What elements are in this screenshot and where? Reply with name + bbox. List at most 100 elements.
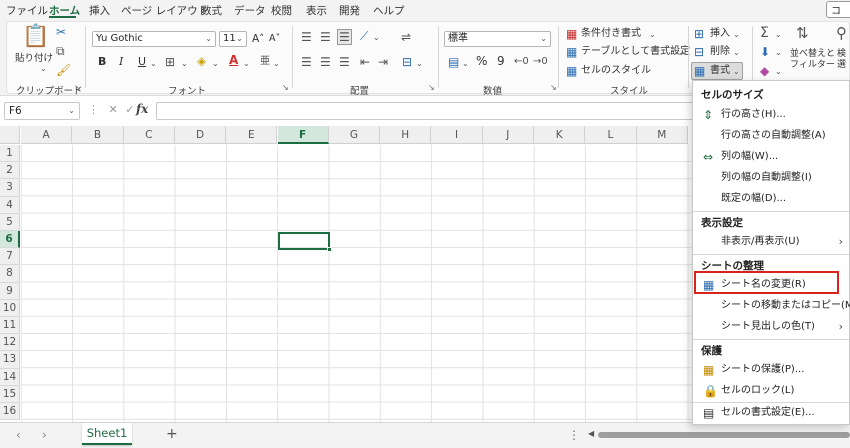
decrease-indent-icon[interactable]: ⇤ [360,55,370,69]
font-size-field[interactable]: 11 ⌄ [219,31,247,47]
sort-filter-label-1[interactable]: 並べ替えと [790,49,835,60]
phonetic-dropdown-icon[interactable]: ⌄ [273,57,280,71]
top-align-icon[interactable]: ☰ [301,30,312,44]
menu-item-move-copy-sheet[interactable]: シートの移動またはコピー(M)... [694,296,850,316]
active-cell-f6[interactable] [278,232,330,250]
previous-sheet-icon[interactable]: ‹ [16,428,21,442]
menu-item-lock-cell[interactable]: 🔒 セルのロック(L) [694,381,849,401]
underline-button[interactable]: U [138,55,146,69]
row-header-12[interactable]: 12 [0,334,20,352]
phonetic-icon[interactable]: 亜 [260,55,270,69]
tab-developer[interactable]: 開発 [339,3,360,18]
column-header-c[interactable]: C [123,126,175,144]
menu-item-tab-color[interactable]: シート見出しの色(T) › [694,317,849,337]
clipboard-launcher-icon[interactable]: ↘ [74,83,81,92]
increase-decimal-icon[interactable]: ←0 [514,55,529,69]
add-sheet-button[interactable]: + [166,426,178,442]
comments-button[interactable]: コ [826,1,850,18]
merge-dropdown-icon[interactable]: ⌄ [416,57,423,71]
menu-item-row-height[interactable]: ⇕ 行の高さ(H)... [694,105,849,125]
find-select-label-2[interactable]: 選 [837,60,846,71]
column-header-e[interactable]: E [226,126,278,144]
row-header-10[interactable]: 10 [0,299,20,317]
decrease-decimal-icon[interactable]: →0 [533,55,548,69]
column-header-b[interactable]: B [72,126,124,144]
delete-dropdown-icon[interactable]: ⌄ [733,46,740,60]
row-header-15[interactable]: 15 [0,385,20,403]
formula-input[interactable] [156,102,696,120]
column-header-f[interactable]: F [277,126,329,144]
column-header-i[interactable]: I [431,126,483,144]
accounting-dropdown-icon[interactable]: ⌄ [462,57,469,71]
row-header-5[interactable]: 5 [0,213,20,231]
tab-file[interactable]: ファイル [6,3,48,18]
fill-icon[interactable]: ⬇ [760,45,770,59]
row-header-9[interactable]: 9 [0,282,20,300]
bottom-align-icon[interactable]: ☰ [337,29,352,45]
insert-function-button[interactable]: fx [136,102,148,116]
alignment-launcher-icon[interactable]: ↘ [428,83,435,92]
row-header-1[interactable]: 1 [0,145,20,163]
tab-review[interactable]: 校閲 [271,3,292,18]
column-header-a[interactable]: A [21,126,73,144]
tab-page-layout[interactable]: ページ レイアウト [121,3,208,18]
horizontal-scrollbar[interactable] [598,432,850,438]
column-header-h[interactable]: H [380,126,432,144]
borders-dropdown-icon[interactable]: ⌄ [181,57,188,71]
tab-formulas[interactable]: 数式 [201,3,222,18]
paste-icon[interactable]: 📋 [22,25,49,49]
column-header-k[interactable]: K [534,126,586,144]
paste-dropdown-icon[interactable]: ⌄ [40,62,47,76]
tab-insert[interactable]: 挿入 [89,3,110,18]
insert-dropdown-icon[interactable]: ⌄ [733,28,740,42]
table-dropdown-icon[interactable]: ⌄ [678,46,685,60]
comma-button[interactable]: 9 [497,54,505,68]
menu-item-autofit-column-width[interactable]: 列の幅の自動調整(I) [694,168,849,188]
fill-color-dropdown-icon[interactable]: ⌄ [212,57,219,71]
shrink-font-button[interactable]: A˅ [269,32,280,46]
row-header-16[interactable]: 16 [0,403,20,421]
align-center-icon[interactable]: ☰ [320,55,331,69]
increase-indent-icon[interactable]: ⇥ [378,55,388,69]
autosum-dropdown-icon[interactable]: ⌄ [775,28,782,42]
cell-styles-dropdown-icon[interactable]: ⌄ [634,65,641,79]
fill-color-icon[interactable]: ◈ [197,54,206,68]
column-header-j[interactable]: J [482,126,534,144]
column-header-g[interactable]: G [328,126,381,144]
clear-dropdown-icon[interactable]: ⌄ [775,65,782,79]
menu-item-protect-sheet[interactable]: ▦ シートの保護(P)... [694,360,849,380]
font-launcher-icon[interactable]: ↘ [282,83,289,92]
menu-item-column-width[interactable]: ⇔ 列の幅(W)... [694,147,849,167]
row-header-7[interactable]: 7 [0,248,20,266]
accounting-format-icon[interactable]: ▤ [448,55,459,69]
autosum-icon[interactable]: Σ [760,26,769,40]
row-header-6[interactable]: 6 [0,231,20,249]
number-format-field[interactable]: 標準 ⌄ [444,31,551,47]
cancel-icon[interactable]: ✕ [109,103,118,116]
row-header-2[interactable]: 2 [0,162,20,180]
cut-icon[interactable]: ✂ [56,25,66,39]
menu-item-format-cells[interactable]: ▤ セルの書式設定(E)... [694,403,849,423]
delete-cells-button[interactable]: 削除 [710,45,730,59]
row-header-13[interactable]: 13 [0,351,20,369]
column-header-m[interactable]: M [636,126,688,144]
insert-cells-button[interactable]: 挿入 [710,27,730,41]
underline-dropdown-icon[interactable]: ⌄ [150,57,157,71]
select-all-corner[interactable] [0,126,20,144]
font-name-field[interactable]: Yu Gothic ⌄ [92,31,216,47]
orientation-dropdown-icon[interactable]: ⌄ [373,31,380,45]
sheet-tab-sheet1[interactable]: Sheet1 [82,423,132,445]
format-painter-icon[interactable]: 🖌 [56,63,71,77]
tab-view[interactable]: 表示 [306,3,327,18]
row-header-11[interactable]: 11 [0,317,20,335]
align-right-icon[interactable]: ☰ [339,55,350,69]
row-header-8[interactable]: 8 [0,265,20,283]
enter-icon[interactable]: ✓ [125,103,134,116]
paste-button[interactable]: 貼り付け [15,52,53,66]
borders-icon[interactable]: ⊞ [165,55,175,69]
row-header-4[interactable]: 4 [0,196,20,214]
number-launcher-icon[interactable]: ↘ [550,83,557,92]
conditional-format-button[interactable]: 条件付き書式 [581,27,641,41]
menu-item-default-width[interactable]: 既定の幅(D)... [694,189,849,209]
conditional-dropdown-icon[interactable]: ⌄ [649,28,656,42]
